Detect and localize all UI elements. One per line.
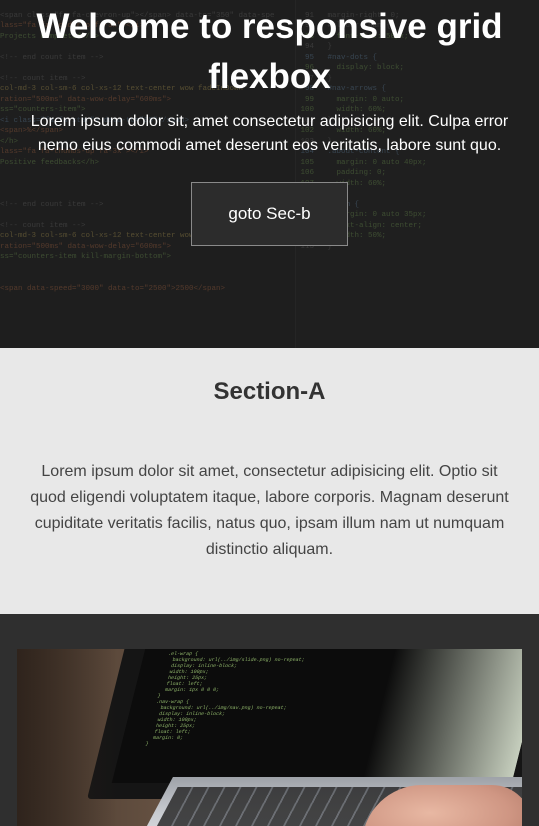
goto-sec-b-button[interactable]: goto Sec-b <box>191 182 348 246</box>
section-a: Section-A Lorem ipsum dolor sit amet, co… <box>0 348 539 614</box>
hero-content: Welcome to responsive grid flexbox Lorem… <box>0 0 539 348</box>
hero-description: Lorem ipsum dolor sit, amet consectetur … <box>30 113 509 154</box>
laptop-photo: .el-wrap { background: url(../img/slide.… <box>17 649 522 826</box>
hero-title: Welcome to responsive grid flexbox <box>36 7 503 96</box>
hero-section: <span class="fa fa-chevron-up"></span> d… <box>0 0 539 348</box>
section-b: .el-wrap { background: url(../img/slide.… <box>0 614 539 826</box>
section-a-heading: Section-A <box>213 378 326 405</box>
section-a-text: Lorem ipsum dolor sit amet, consectetur … <box>30 463 509 558</box>
